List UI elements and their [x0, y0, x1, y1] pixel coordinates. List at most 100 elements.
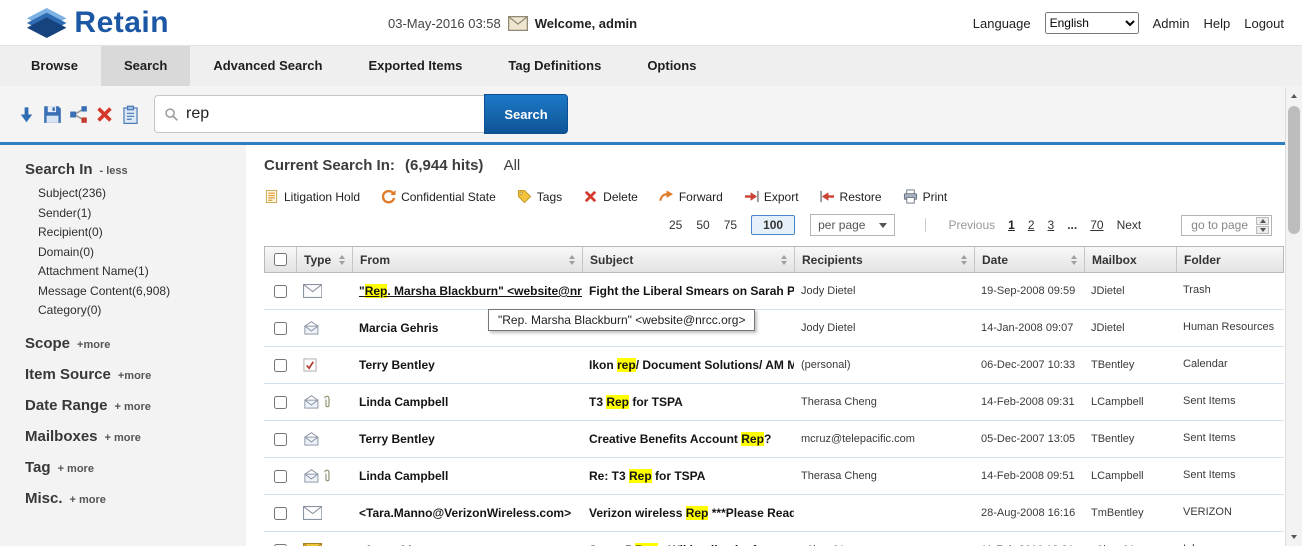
tab-search[interactable]: Search [101, 46, 190, 86]
logout-link[interactable]: Logout [1244, 16, 1284, 31]
language-select[interactable]: English [1045, 12, 1139, 34]
action-confidential-state[interactable]: Confidential State [381, 189, 496, 204]
arrow-down-icon[interactable] [16, 103, 36, 125]
page-2[interactable]: 2 [1028, 218, 1035, 232]
action-forward[interactable]: Forward [659, 189, 723, 204]
row-checkbox[interactable] [274, 507, 287, 520]
row-checkbox[interactable] [274, 285, 287, 298]
toggle-mailboxes[interactable]: + more [105, 432, 141, 444]
per-page-75[interactable]: 75 [724, 218, 737, 232]
row-checkbox[interactable] [274, 470, 287, 483]
per-page-50[interactable]: 50 [696, 218, 709, 232]
sidebar-section-search-in[interactable]: Search In- less [25, 161, 246, 178]
clipboard-icon[interactable] [120, 103, 140, 125]
sort-icon[interactable] [569, 255, 575, 265]
sidebar-section-date-range[interactable]: Date Range+ more [25, 397, 246, 414]
table-row[interactable]: Linda CampbellRe: T3 Rep for TSPATherasa… [264, 458, 1284, 495]
tab-options[interactable]: Options [624, 46, 719, 86]
next-link[interactable]: Next [1117, 218, 1142, 232]
table-row[interactable]: Terry BentleyCreative Benefits Account R… [264, 421, 1284, 458]
toggle-scope[interactable]: +more [77, 339, 110, 351]
row-checkbox[interactable] [274, 359, 287, 372]
sort-icon[interactable] [961, 255, 967, 265]
filter-sender-1[interactable]: Sender(1) [38, 204, 246, 224]
action-litigation-hold[interactable]: Litigation Hold [264, 189, 360, 204]
goto-page-input[interactable]: go to page [1181, 215, 1272, 236]
sidebar-section-item-source[interactable]: Item Source+more [25, 366, 246, 383]
per-page-select[interactable]: per page [810, 214, 895, 236]
sidebar-section-tag[interactable]: Tag+ more [25, 459, 246, 476]
previous-link[interactable]: Previous [948, 218, 995, 232]
filter-message-content-6-908[interactable]: Message Content(6,908) [38, 282, 246, 302]
column-header-recipients[interactable]: Recipients [795, 247, 975, 272]
row-checkbox[interactable] [274, 433, 287, 446]
tab-tag-definitions[interactable]: Tag Definitions [485, 46, 624, 86]
column-header-date[interactable]: Date [975, 247, 1085, 272]
search-input[interactable] [186, 105, 475, 123]
share-icon[interactable] [68, 103, 88, 125]
help-link[interactable]: Help [1203, 16, 1230, 31]
filter-attachment-name-1[interactable]: Attachment Name(1) [38, 262, 246, 282]
table-row[interactable]: c0neve01Stage 5 Rep - Wikipedia, the fre… [264, 532, 1284, 546]
page-70[interactable]: 70 [1090, 218, 1103, 232]
row-checkbox[interactable] [274, 322, 287, 335]
spinner-down-button[interactable] [1256, 226, 1269, 234]
filter-subject-236[interactable]: Subject(236) [38, 184, 246, 204]
column-header-subject[interactable]: Subject [583, 247, 795, 272]
sidebar-section-misc[interactable]: Misc.+ more [25, 490, 246, 507]
tab-exported-items[interactable]: Exported Items [345, 46, 485, 86]
table-row[interactable]: <Tara.Manno@VerizonWireless.com>Verizon … [264, 495, 1284, 532]
filter-domain-0[interactable]: Domain(0) [38, 243, 246, 263]
sort-icon[interactable] [1071, 255, 1077, 265]
column-header-from[interactable]: From [353, 247, 583, 272]
vertical-scrollbar[interactable] [1285, 87, 1302, 546]
table-row[interactable]: Marcia GehrisJody Dietel14-Jan-2008 09:0… [264, 310, 1284, 347]
sidebar-section-scope[interactable]: Scope+more [25, 335, 246, 352]
sort-icon[interactable] [781, 255, 787, 265]
row-checkbox[interactable] [274, 396, 287, 409]
action-print[interactable]: Print [903, 189, 948, 204]
scroll-down-button[interactable] [1286, 529, 1302, 545]
toggle-search-in[interactable]: - less [100, 165, 128, 177]
toggle-item-source[interactable]: +more [118, 370, 151, 382]
page-1[interactable]: 1 [1008, 218, 1015, 232]
filter-recipient-0[interactable]: Recipient(0) [38, 223, 246, 243]
table-row[interactable]: Terry BentleyIkon rep/ Document Solution… [264, 347, 1284, 384]
page-3[interactable]: 3 [1048, 218, 1055, 232]
sidebar-section-mailboxes[interactable]: Mailboxes+ more [25, 428, 246, 445]
column-header-mailbox[interactable]: Mailbox [1085, 247, 1177, 272]
spinner-up-button[interactable] [1256, 217, 1269, 225]
per-page-100[interactable]: 100 [751, 215, 795, 235]
search-button[interactable]: Search [484, 94, 568, 134]
toggle-date-range[interactable]: + more [115, 401, 151, 413]
type-cell [296, 395, 352, 409]
results-table: TypeFromSubjectRecipientsDateMailboxFold… [264, 246, 1284, 546]
scroll-up-button[interactable] [1286, 88, 1302, 104]
save-icon[interactable] [42, 103, 62, 125]
scope-all-link[interactable]: All [504, 157, 521, 174]
toggle-misc[interactable]: + more [70, 494, 106, 506]
column-header-folder[interactable]: Folder [1177, 247, 1285, 272]
select-all-checkbox[interactable] [274, 253, 287, 266]
column-header-type[interactable]: Type [297, 247, 353, 272]
scrollbar-thumb[interactable] [1288, 106, 1300, 234]
action-export[interactable]: Export [744, 189, 799, 204]
from-cell: Terry Bentley [352, 358, 582, 372]
sort-icon[interactable] [339, 255, 345, 265]
delete-icon[interactable] [94, 103, 114, 125]
toggle-tag[interactable]: + more [58, 463, 94, 475]
from-cell[interactable]: "Rep. Marsha Blackburn" <website@nrcc.or [352, 284, 582, 298]
action-tags[interactable]: Tags [517, 189, 562, 204]
tab-advanced-search[interactable]: Advanced Search [190, 46, 345, 86]
admin-link[interactable]: Admin [1153, 16, 1190, 31]
action-restore[interactable]: Restore [820, 189, 882, 204]
per-page-25[interactable]: 25 [669, 218, 682, 232]
filter-category-0[interactable]: Category(0) [38, 301, 246, 321]
actions-toolbar: Litigation Hold Confidential State Tags Del… [264, 189, 1285, 204]
table-row[interactable]: "Rep. Marsha Blackburn" <website@nrcc.or… [264, 273, 1284, 310]
tab-browse[interactable]: Browse [8, 46, 101, 86]
table-row[interactable]: Linda CampbellT3 Rep for TSPATherasa Che… [264, 384, 1284, 421]
chevron-down-icon [879, 223, 887, 228]
action-delete[interactable]: Delete [583, 189, 638, 204]
retain-logo[interactable]: Retain [26, 6, 169, 40]
